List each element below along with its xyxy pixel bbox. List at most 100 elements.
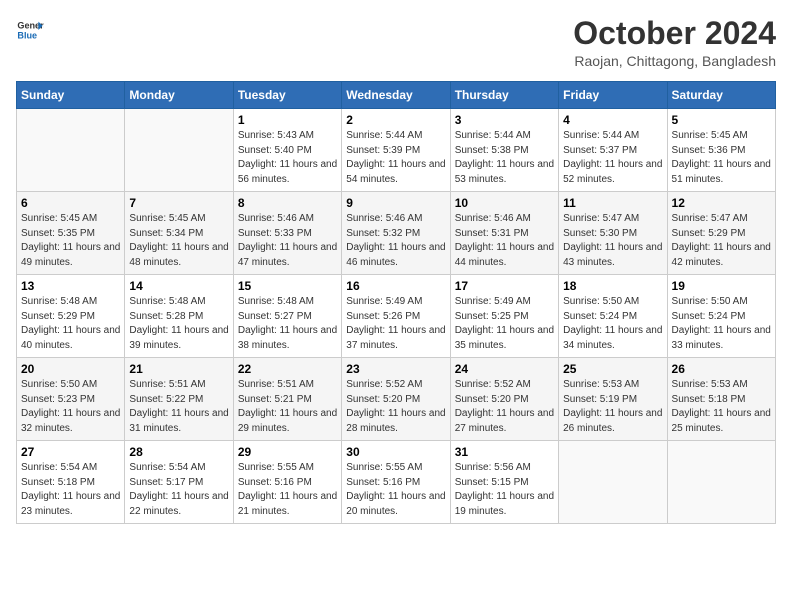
day-info: Sunrise: 5:52 AMSunset: 5:20 PMDaylight:…	[346, 378, 445, 436]
calendar-week-row: 20 Sunrise: 5:50 AMSunset: 5:23 PMDayligh…	[17, 358, 776, 441]
weekday-header: Wednesday	[342, 82, 450, 109]
day-number: 7	[129, 196, 228, 210]
day-info: Sunrise: 5:52 AMSunset: 5:20 PMDaylight:…	[455, 378, 554, 436]
day-info: Sunrise: 5:50 AMSunset: 5:23 PMDaylight:…	[21, 378, 120, 436]
title-block: October 2024 Raojan, Chittagong, Banglad…	[573, 16, 776, 69]
day-number: 29	[238, 445, 337, 459]
logo: General Blue	[16, 16, 44, 44]
day-number: 14	[129, 279, 228, 293]
day-number: 27	[21, 445, 120, 459]
day-info: Sunrise: 5:48 AMSunset: 5:28 PMDaylight:…	[129, 295, 228, 353]
day-info: Sunrise: 5:46 AMSunset: 5:33 PMDaylight:…	[238, 212, 337, 270]
day-info: Sunrise: 5:48 AMSunset: 5:29 PMDaylight:…	[21, 295, 120, 353]
calendar-cell: 24 Sunrise: 5:52 AMSunset: 5:20 PMDayligh…	[450, 358, 558, 441]
day-info: Sunrise: 5:55 AMSunset: 5:16 PMDaylight:…	[346, 461, 445, 519]
day-number: 15	[238, 279, 337, 293]
calendar-table: SundayMondayTuesdayWednesdayThursdayFrid…	[16, 81, 776, 524]
day-info: Sunrise: 5:45 AMSunset: 5:36 PMDaylight:…	[672, 129, 771, 187]
calendar-cell: 28Sunrise: 5:54 AMSunset: 5:17 PMDayligh…	[125, 441, 233, 524]
day-number: 16	[346, 279, 445, 293]
day-info: Sunrise: 5:50 AMSunset: 5:24 PMDaylight:…	[563, 295, 662, 353]
calendar-cell: 22 Sunrise: 5:51 AMSunset: 5:21 PMDayligh…	[233, 358, 341, 441]
day-number: 2	[346, 113, 445, 127]
day-number: 5	[672, 113, 771, 127]
location-subtitle: Raojan, Chittagong, Bangladesh	[573, 53, 776, 69]
calendar-cell: 25 Sunrise: 5:53 AMSunset: 5:19 PMDayligh…	[559, 358, 667, 441]
day-number: 3	[455, 113, 554, 127]
day-number: 6	[21, 196, 120, 210]
calendar-cell: 27 Sunrise: 5:54 AMSunset: 5:18 PMDayligh…	[17, 441, 125, 524]
calendar-cell: 19Sunrise: 5:50 AMSunset: 5:24 PMDayligh…	[667, 275, 775, 358]
day-info: Sunrise: 5:56 AMSunset: 5:15 PMDaylight:…	[455, 461, 554, 519]
calendar-cell: 23 Sunrise: 5:52 AMSunset: 5:20 PMDayligh…	[342, 358, 450, 441]
calendar-cell	[17, 109, 125, 192]
day-number: 25	[563, 362, 662, 376]
day-number: 1	[238, 113, 337, 127]
day-info: Sunrise: 5:44 AMSunset: 5:39 PMDaylight:…	[346, 129, 445, 187]
calendar-cell: 9Sunrise: 5:46 AMSunset: 5:32 PMDaylight…	[342, 192, 450, 275]
day-number: 20	[21, 362, 120, 376]
calendar-week-row: 13 Sunrise: 5:48 AMSunset: 5:29 PMDayligh…	[17, 275, 776, 358]
day-number: 8	[238, 196, 337, 210]
weekday-header: Sunday	[17, 82, 125, 109]
day-number: 23	[346, 362, 445, 376]
day-number: 30	[346, 445, 445, 459]
month-title: October 2024	[573, 16, 776, 51]
weekday-header: Monday	[125, 82, 233, 109]
day-number: 18	[563, 279, 662, 293]
day-info: Sunrise: 5:46 AMSunset: 5:31 PMDaylight:…	[455, 212, 554, 270]
calendar-week-row: 1Sunrise: 5:43 AMSunset: 5:40 PMDaylight…	[17, 109, 776, 192]
day-number: 12	[672, 196, 771, 210]
day-info: Sunrise: 5:45 AMSunset: 5:34 PMDaylight:…	[129, 212, 228, 270]
day-info: Sunrise: 5:49 AMSunset: 5:26 PMDaylight:…	[346, 295, 445, 353]
day-number: 10	[455, 196, 554, 210]
day-info: Sunrise: 5:53 AMSunset: 5:19 PMDaylight:…	[563, 378, 662, 436]
day-number: 4	[563, 113, 662, 127]
day-number: 24	[455, 362, 554, 376]
day-number: 9	[346, 196, 445, 210]
svg-text:Blue: Blue	[17, 30, 37, 40]
day-number: 28	[129, 445, 228, 459]
calendar-cell: 10 Sunrise: 5:46 AMSunset: 5:31 PMDayligh…	[450, 192, 558, 275]
calendar-week-row: 27 Sunrise: 5:54 AMSunset: 5:18 PMDayligh…	[17, 441, 776, 524]
weekday-header: Tuesday	[233, 82, 341, 109]
calendar-cell: 4 Sunrise: 5:44 AMSunset: 5:37 PMDaylight…	[559, 109, 667, 192]
day-number: 13	[21, 279, 120, 293]
day-info: Sunrise: 5:48 AMSunset: 5:27 PMDaylight:…	[238, 295, 337, 353]
day-info: Sunrise: 5:47 AMSunset: 5:30 PMDaylight:…	[563, 212, 662, 270]
day-number: 21	[129, 362, 228, 376]
day-info: Sunrise: 5:44 AMSunset: 5:38 PMDaylight:…	[455, 129, 554, 187]
calendar-week-row: 6Sunrise: 5:45 AMSunset: 5:35 PMDaylight…	[17, 192, 776, 275]
day-number: 26	[672, 362, 771, 376]
day-info: Sunrise: 5:54 AMSunset: 5:18 PMDaylight:…	[21, 461, 120, 519]
calendar-cell: 3 Sunrise: 5:44 AMSunset: 5:38 PMDaylight…	[450, 109, 558, 192]
calendar-cell: 14 Sunrise: 5:48 AMSunset: 5:28 PMDayligh…	[125, 275, 233, 358]
day-info: Sunrise: 5:44 AMSunset: 5:37 PMDaylight:…	[563, 129, 662, 187]
calendar-cell: 12 Sunrise: 5:47 AMSunset: 5:29 PMDayligh…	[667, 192, 775, 275]
day-number: 31	[455, 445, 554, 459]
calendar-cell: 7 Sunrise: 5:45 AMSunset: 5:34 PMDaylight…	[125, 192, 233, 275]
calendar-cell: 8 Sunrise: 5:46 AMSunset: 5:33 PMDaylight…	[233, 192, 341, 275]
day-info: Sunrise: 5:51 AMSunset: 5:21 PMDaylight:…	[238, 378, 337, 436]
calendar-cell: 26 Sunrise: 5:53 AMSunset: 5:18 PMDayligh…	[667, 358, 775, 441]
day-info: Sunrise: 5:50 AMSunset: 5:24 PMDaylight:…	[672, 295, 771, 353]
day-number: 22	[238, 362, 337, 376]
calendar-cell: 15 Sunrise: 5:48 AMSunset: 5:27 PMDayligh…	[233, 275, 341, 358]
calendar-cell: 1Sunrise: 5:43 AMSunset: 5:40 PMDaylight…	[233, 109, 341, 192]
day-info: Sunrise: 5:51 AMSunset: 5:22 PMDaylight:…	[129, 378, 228, 436]
calendar-cell: 30 Sunrise: 5:55 AMSunset: 5:16 PMDayligh…	[342, 441, 450, 524]
page-header: General Blue October 2024 Raojan, Chitta…	[16, 16, 776, 69]
calendar-cell: 13 Sunrise: 5:48 AMSunset: 5:29 PMDayligh…	[17, 275, 125, 358]
calendar-cell: 16 Sunrise: 5:49 AMSunset: 5:26 PMDayligh…	[342, 275, 450, 358]
day-number: 17	[455, 279, 554, 293]
day-info: Sunrise: 5:55 AMSunset: 5:16 PMDaylight:…	[238, 461, 337, 519]
calendar-cell: 20 Sunrise: 5:50 AMSunset: 5:23 PMDayligh…	[17, 358, 125, 441]
weekday-header: Thursday	[450, 82, 558, 109]
weekday-header: Saturday	[667, 82, 775, 109]
day-info: Sunrise: 5:47 AMSunset: 5:29 PMDaylight:…	[672, 212, 771, 270]
calendar-cell	[667, 441, 775, 524]
calendar-cell: 6Sunrise: 5:45 AMSunset: 5:35 PMDaylight…	[17, 192, 125, 275]
calendar-cell: 31 Sunrise: 5:56 AMSunset: 5:15 PMDayligh…	[450, 441, 558, 524]
calendar-cell: 29 Sunrise: 5:55 AMSunset: 5:16 PMDayligh…	[233, 441, 341, 524]
day-info: Sunrise: 5:53 AMSunset: 5:18 PMDaylight:…	[672, 378, 771, 436]
